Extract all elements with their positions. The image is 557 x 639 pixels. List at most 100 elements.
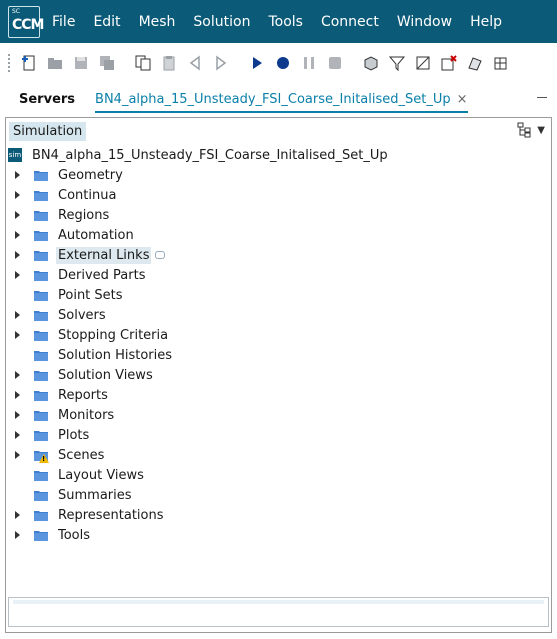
volume-icon[interactable] — [490, 52, 512, 74]
tab-simulation-file[interactable]: BN4_alpha_15_Unsteady_FSI_Coarse_Initali… — [95, 86, 468, 113]
expand-arrow-icon[interactable] — [12, 445, 22, 465]
chevron-down-icon[interactable]: ▼ — [537, 125, 545, 136]
menu-bar: SC CCM File Edit Mesh Solution Tools Con… — [0, 0, 557, 43]
folder-icon — [34, 370, 48, 381]
menu-connect[interactable]: Connect — [321, 14, 379, 30]
tree-node-solvers[interactable]: Solvers — [6, 305, 551, 325]
expand-arrow-icon[interactable] — [12, 505, 22, 525]
step-forward-icon[interactable] — [210, 52, 232, 74]
app-logo-icon: SC CCM — [8, 5, 45, 38]
tree-node-label: Representations — [58, 507, 164, 523]
folder-icon — [34, 490, 48, 501]
tree-view-icon[interactable] — [517, 122, 533, 138]
tree-node-label: Regions — [58, 207, 110, 223]
tree-node-automation[interactable]: Automation — [6, 225, 551, 245]
folder-icon — [34, 290, 48, 301]
tree-node-scenes[interactable]: ! Scenes — [6, 445, 551, 465]
tree-node-solution-histories[interactable]: Solution Histories — [6, 345, 551, 365]
tree-node-solution-views[interactable]: Solution Views — [6, 365, 551, 385]
comment-icon[interactable] — [155, 251, 166, 259]
mesh-icon[interactable] — [360, 52, 382, 74]
tree-node-label: Monitors — [58, 407, 115, 423]
save-all-icon[interactable] — [96, 52, 118, 74]
tree-node-label: Summaries — [58, 487, 132, 503]
folder-icon — [34, 350, 48, 361]
expand-arrow-icon[interactable] — [12, 265, 22, 285]
tree-node-geometry[interactable]: Geometry — [6, 165, 551, 185]
save-icon[interactable] — [70, 52, 92, 74]
expand-arrow-icon[interactable] — [12, 365, 22, 385]
tree-node-reports[interactable]: Reports — [6, 385, 551, 405]
expand-arrow-icon[interactable] — [12, 305, 22, 325]
tree-node-monitors[interactable]: Monitors — [6, 405, 551, 425]
tab-servers[interactable]: Servers — [19, 92, 75, 107]
surface-icon[interactable] — [464, 52, 486, 74]
expand-arrow-icon[interactable] — [12, 185, 22, 205]
tree-node-regions[interactable]: Regions — [6, 205, 551, 225]
folder-icon — [34, 430, 48, 441]
tree-node-derived-parts[interactable]: Derived Parts — [6, 265, 551, 285]
tree-node-tools[interactable]: Tools — [6, 525, 551, 545]
clear-mesh-icon[interactable] — [412, 52, 434, 74]
folder-icon — [34, 410, 48, 421]
command-input[interactable] — [8, 597, 549, 627]
tab-simulation-label: BN4_alpha_15_Unsteady_FSI_Coarse_Initali… — [95, 91, 451, 107]
filter-icon[interactable] — [386, 52, 408, 74]
tree-node-external-links[interactable]: External Links — [6, 245, 551, 265]
menu-mesh[interactable]: Mesh — [139, 14, 176, 30]
expand-arrow-icon[interactable] — [12, 325, 22, 345]
expand-arrow-icon[interactable] — [12, 205, 22, 225]
record-icon[interactable] — [272, 52, 294, 74]
tree-node-label: Stopping Criteria — [58, 327, 169, 343]
warning-mark: ! — [42, 455, 46, 463]
tree-node-label: Reports — [58, 387, 108, 403]
menu-file[interactable]: File — [52, 14, 75, 30]
expand-arrow-icon[interactable] — [12, 225, 22, 245]
tree-node-summaries[interactable]: Summaries — [6, 485, 551, 505]
tree-node-plots[interactable]: Plots — [6, 425, 551, 445]
run-icon[interactable] — [246, 52, 268, 74]
menu-solution[interactable]: Solution — [193, 14, 250, 30]
new-simulation-icon[interactable] — [18, 52, 40, 74]
tree-node-point-sets[interactable]: Point Sets — [6, 285, 551, 305]
paste-icon[interactable] — [158, 52, 180, 74]
tree-node-continua[interactable]: Continua — [6, 185, 551, 205]
folder-icon — [34, 330, 48, 341]
menu-tools[interactable]: Tools — [268, 14, 303, 30]
logo-ccm-text: CCM — [12, 16, 45, 33]
expand-arrow-icon[interactable] — [12, 165, 22, 185]
folder-icon — [34, 390, 48, 401]
folder-icon — [34, 230, 48, 241]
expand-arrow-icon[interactable] — [12, 245, 22, 265]
tree-node-representations[interactable]: Representations — [6, 505, 551, 525]
open-icon[interactable] — [44, 52, 66, 74]
minimize-icon[interactable] — [537, 97, 547, 98]
panel-title[interactable]: Simulation — [9, 121, 87, 141]
folder-icon — [34, 530, 48, 541]
folder-icon — [34, 190, 48, 201]
tree-node-label: Solvers — [58, 307, 106, 323]
expand-arrow-icon[interactable] — [12, 405, 22, 425]
command-input-highlight — [13, 600, 544, 604]
expand-arrow-icon[interactable] — [12, 425, 22, 445]
close-icon[interactable]: × — [457, 92, 468, 107]
tree-node-stopping-criteria[interactable]: Stopping Criteria — [6, 325, 551, 345]
menu-edit[interactable]: Edit — [93, 14, 120, 30]
menu-help[interactable]: Help — [470, 14, 502, 30]
pause-icon[interactable] — [298, 52, 320, 74]
tree-node-layout-views[interactable]: Layout Views — [6, 465, 551, 485]
toolbar-grip[interactable] — [8, 54, 12, 72]
tree-node-label: Automation — [58, 227, 134, 243]
tree-root[interactable]: sim BN4_alpha_15_Unsteady_FSI_Coarse_Ini… — [6, 145, 551, 165]
copy-icon[interactable] — [132, 52, 154, 74]
tree-node-label: Layout Views — [58, 467, 144, 483]
logo-sc-text: SC — [12, 7, 20, 15]
menu-window[interactable]: Window — [397, 14, 452, 30]
delete-mesh-icon[interactable] — [438, 52, 460, 74]
expand-arrow-icon[interactable] — [12, 385, 22, 405]
stop-icon[interactable] — [324, 52, 346, 74]
step-back-icon[interactable] — [184, 52, 206, 74]
expand-arrow-icon[interactable] — [12, 525, 22, 545]
